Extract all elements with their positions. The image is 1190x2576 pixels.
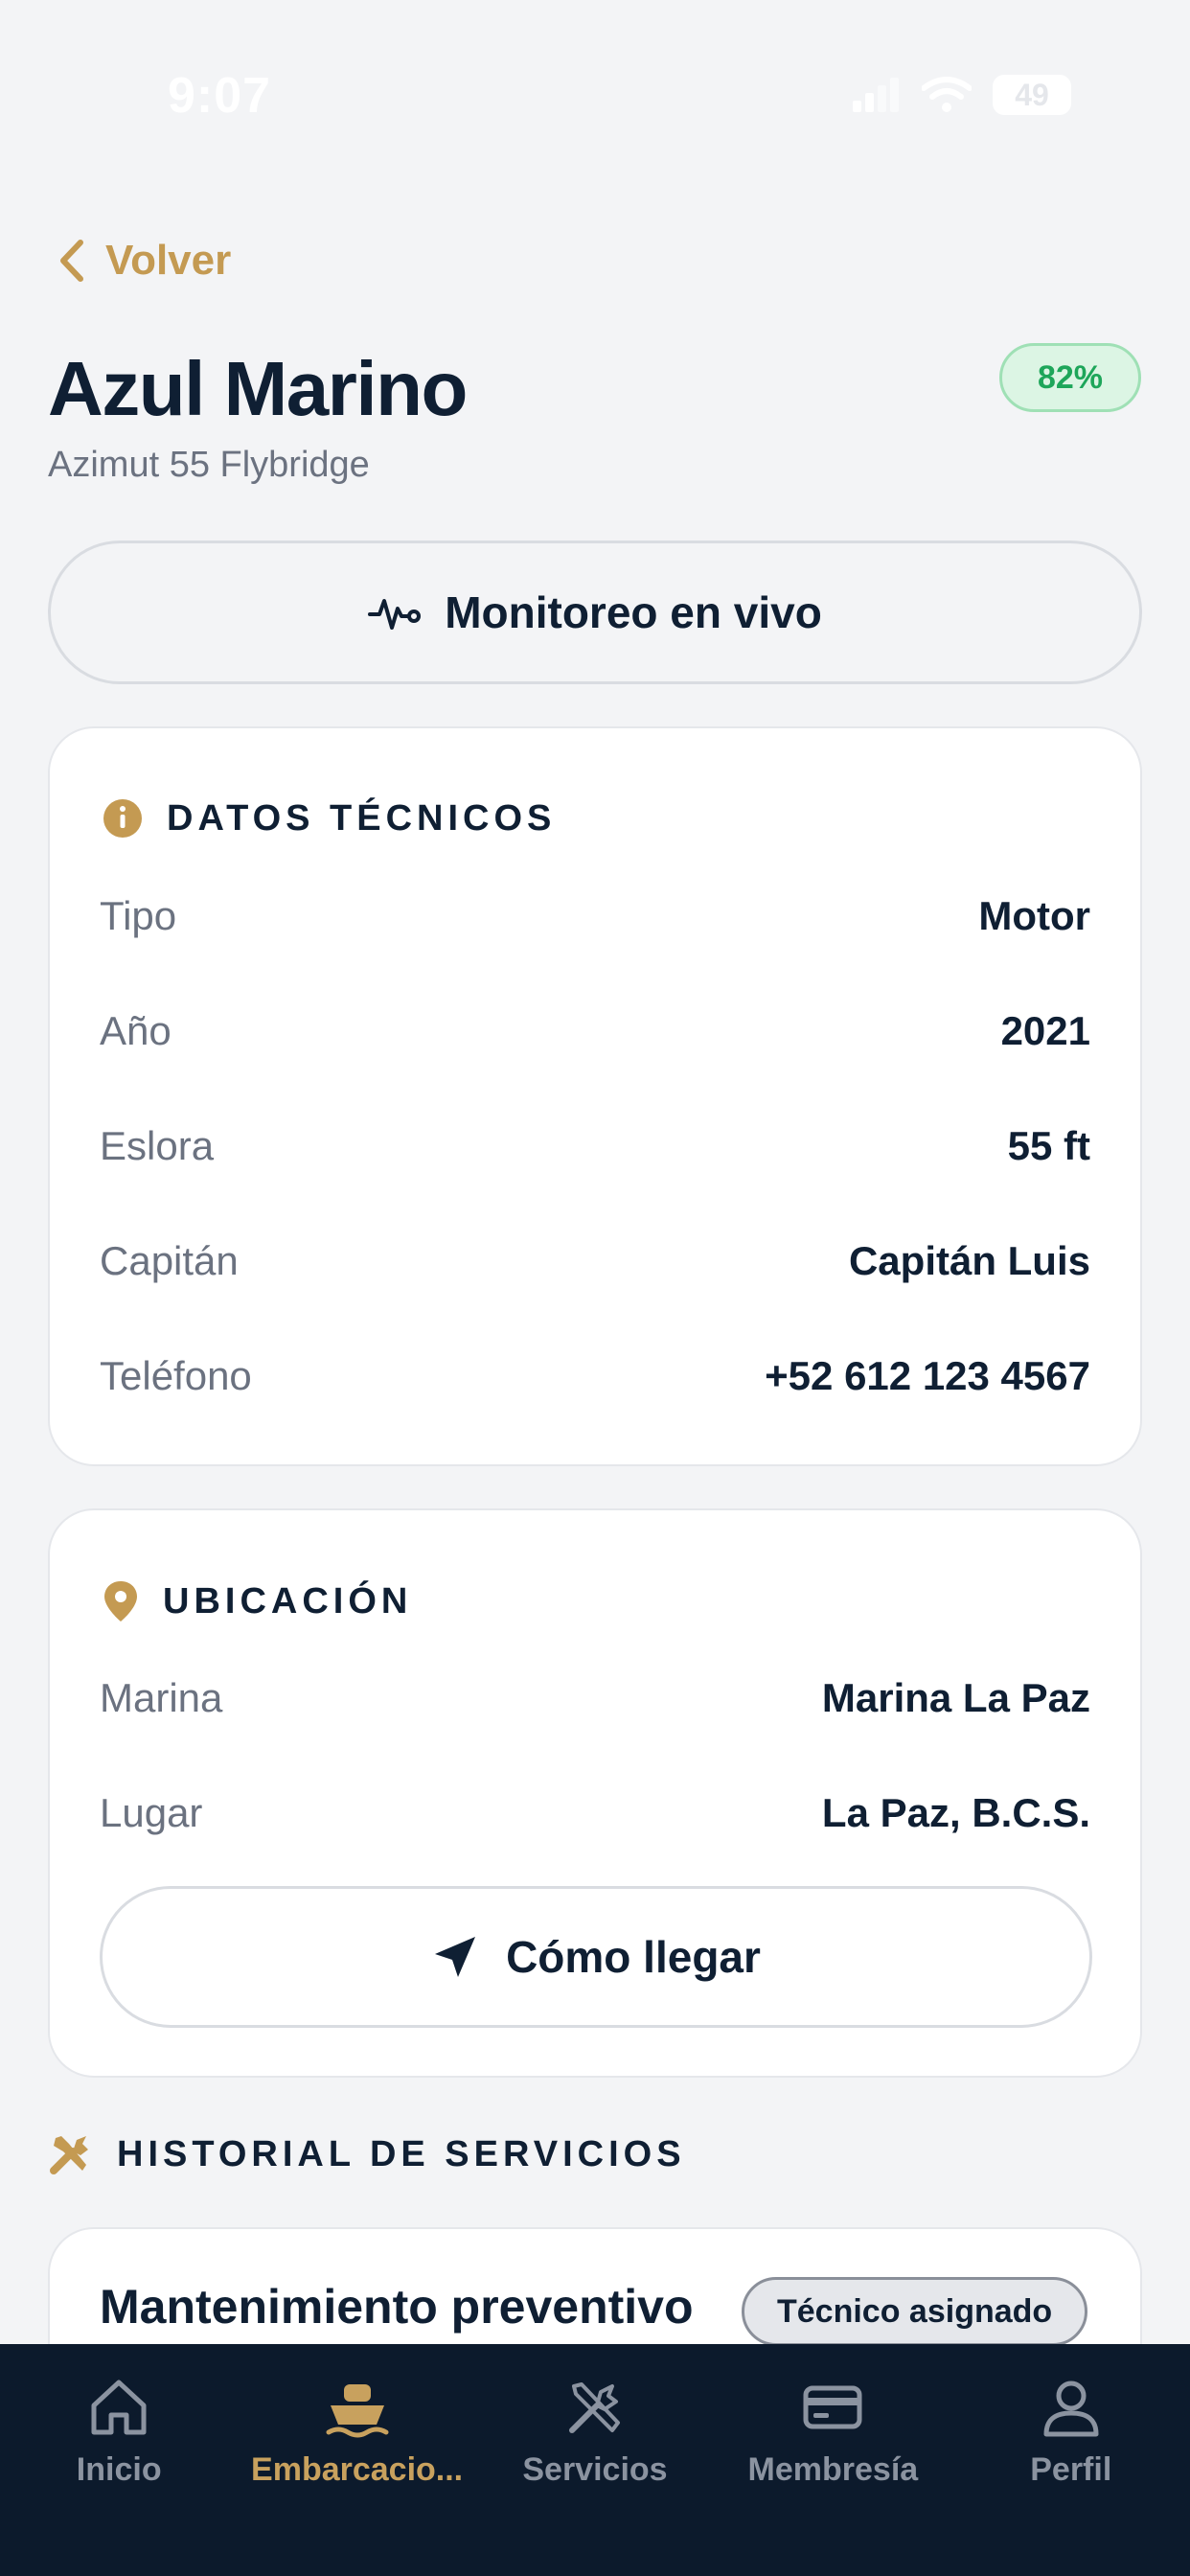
technical-data-card: DATOS TÉCNICOS Tipo Motor Año 2021 Eslor… [48, 726, 1142, 1466]
wifi-icon [922, 77, 972, 112]
tools-icon [568, 2382, 620, 2433]
location-pin-icon [104, 1581, 137, 1622]
history-header: HISTORIAL DE SERVICIOS [48, 2132, 686, 2176]
history-title: HISTORIAL DE SERVICIOS [117, 2133, 686, 2174]
tech-row-ano: Año 2021 [100, 993, 1090, 1070]
row-label: Año [100, 1008, 172, 1053]
chevron-left-icon [60, 240, 83, 282]
location-header: UBICACIÓN [102, 1579, 412, 1623]
signal-icon [853, 78, 899, 112]
info-icon [103, 799, 142, 838]
row-value: La Paz, B.C.S. [821, 1790, 1090, 1835]
row-value: Marina La Paz [821, 1675, 1090, 1720]
user-icon [1043, 2380, 1099, 2437]
row-label: Teléfono [100, 1353, 252, 1398]
vessel-model: Azimut 55 Flybridge [48, 445, 370, 485]
row-label: Eslora [100, 1123, 215, 1168]
tab-inicio[interactable]: Inicio [0, 2344, 238, 2576]
back-button[interactable]: Volver [57, 230, 231, 291]
home-icon [91, 2380, 147, 2435]
status-time: 9:07 [168, 68, 272, 124]
location-card: UBICACIÓN Marina Marina La Paz Lugar La … [48, 1508, 1142, 2078]
loc-row-lugar: Lugar La Paz, B.C.S. [100, 1775, 1090, 1852]
phone-value[interactable]: +52 612 123 4567 [765, 1353, 1090, 1399]
navigation-arrow-icon [435, 1937, 476, 1977]
tab-servicios[interactable]: Servicios [476, 2344, 714, 2576]
live-monitor-label: Monitoreo en vivo [445, 587, 822, 637]
directions-label: Cómo llegar [506, 1932, 761, 1982]
battery-indicator: 49 [993, 75, 1071, 115]
row-value: 2021 [1000, 1008, 1090, 1053]
tab-label: Perfil [1030, 2451, 1112, 2488]
card-icon [803, 2385, 862, 2429]
status-icons: 49 [853, 75, 1071, 115]
boat-icon [326, 2384, 389, 2438]
live-monitor-button[interactable]: Monitoreo en vivo [48, 540, 1142, 684]
row-value: Capitán Luis [848, 1238, 1090, 1283]
service-status-badge: Técnico asignado [742, 2277, 1088, 2346]
tab-label: Inicio [76, 2451, 162, 2488]
tab-embarcaciones[interactable]: Embarcacio... [238, 2344, 475, 2576]
row-label: Lugar [100, 1790, 203, 1835]
technical-title: DATOS TÉCNICOS [167, 797, 557, 839]
tools-icon [50, 2136, 88, 2174]
tab-perfil[interactable]: Perfil [952, 2344, 1190, 2576]
tab-label: Servicios [522, 2451, 668, 2488]
tab-membresia[interactable]: Membresía [714, 2344, 951, 2576]
vessel-name: Azul Marino [48, 346, 468, 431]
row-value: 55 ft [1007, 1123, 1090, 1168]
tab-label: Embarcacio... [251, 2451, 464, 2488]
tab-label: Membresía [747, 2451, 919, 2488]
row-label: Marina [100, 1675, 223, 1720]
status-bar: 9:07 49 [0, 0, 1190, 192]
row-value: Motor [978, 893, 1090, 938]
tech-row-eslora: Eslora 55 ft [100, 1108, 1090, 1184]
directions-button[interactable]: Cómo llegar [100, 1886, 1092, 2028]
battery-badge: 82% [999, 343, 1141, 412]
back-label: Volver [105, 237, 232, 284]
tab-bar: Inicio Embarcacio... Servicios Membresía… [0, 2344, 1190, 2576]
heartbeat-icon [368, 599, 422, 630]
technical-header: DATOS TÉCNICOS [102, 797, 556, 840]
row-label: Tipo [100, 893, 177, 938]
tech-row-telefono: Teléfono +52 612 123 4567 [100, 1338, 1090, 1414]
row-label: Capitán [100, 1238, 239, 1283]
loc-row-marina: Marina Marina La Paz [100, 1660, 1090, 1736]
tech-row-capitan: Capitán Capitán Luis [100, 1223, 1090, 1300]
tech-row-tipo: Tipo Motor [100, 878, 1090, 954]
location-title: UBICACIÓN [163, 1580, 413, 1622]
